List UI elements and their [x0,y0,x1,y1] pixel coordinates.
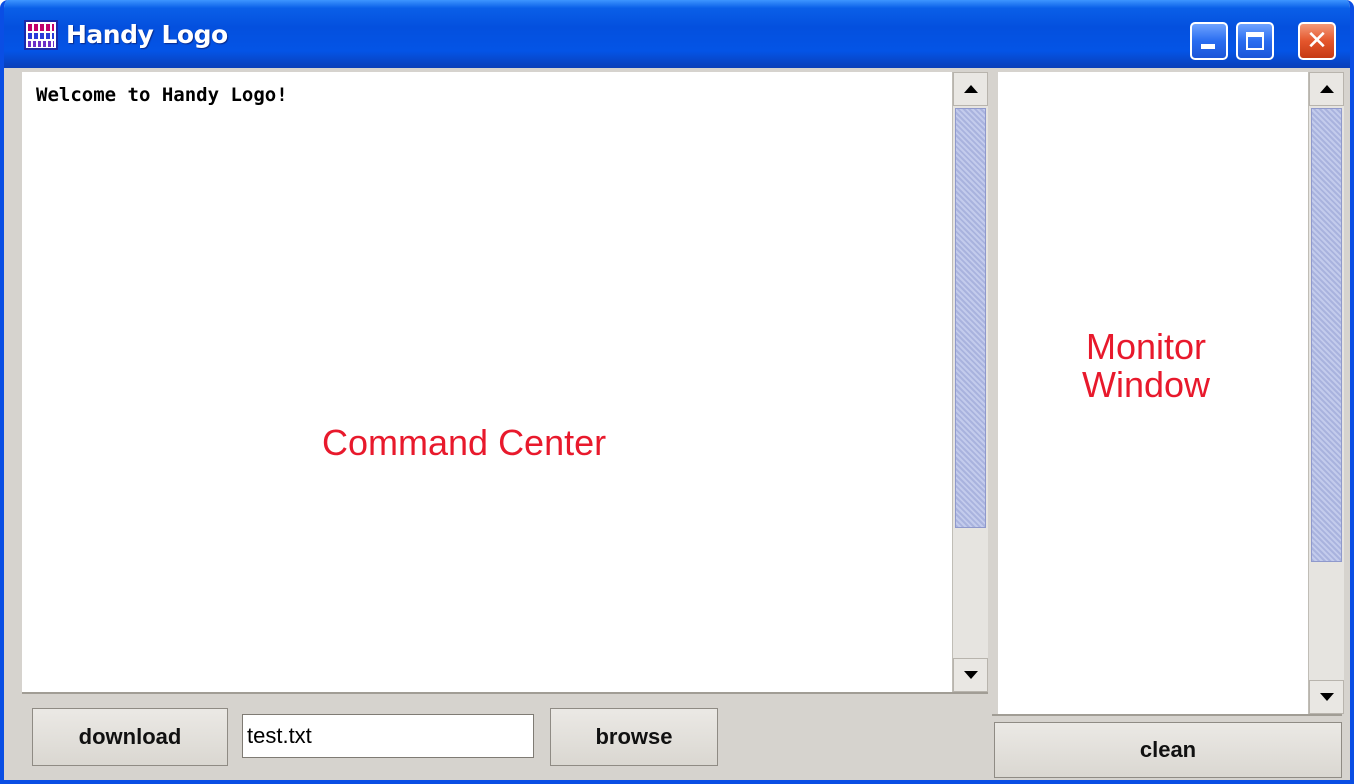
scroll-down-button[interactable] [953,658,988,692]
title-bar[interactable]: Handy Logo ✕ [4,0,1350,68]
maximize-icon [1246,32,1264,50]
download-button[interactable]: download [32,708,228,766]
browse-button[interactable]: browse [550,708,718,766]
monitor-label-line1: Monitor [1085,326,1207,367]
monitor-scroll-thumb[interactable] [1311,108,1342,562]
clean-button[interactable]: clean [994,722,1342,778]
handy-logo-window: Handy Logo ✕ Welcome to Handy Logo! Comm… [0,0,1354,784]
monitor-label-line2: Window [1081,364,1211,405]
maximize-button[interactable] [1236,22,1274,60]
close-button[interactable]: ✕ [1298,22,1336,60]
scroll-thumb[interactable] [955,108,986,528]
window-title: Handy Logo [66,20,228,49]
minimize-button[interactable] [1190,22,1228,60]
panel-separator [988,72,998,778]
arrow-up-icon [963,85,978,93]
bottom-divider [22,692,988,694]
monitor-scroll-up-button[interactable] [1309,72,1344,106]
command-center-textarea[interactable]: Welcome to Handy Logo! Command Center [22,72,952,692]
monitor-window-label: Monitor Window [998,328,1294,404]
monitor-scrollbar[interactable] [1308,72,1344,714]
app-icon[interactable] [24,20,58,50]
arrow-down-icon [1319,693,1334,701]
monitor-divider [992,714,1342,716]
filename-input[interactable] [242,714,534,758]
command-center-label: Command Center [322,422,607,463]
monitor-window[interactable]: Monitor Window [998,72,1308,714]
arrow-down-icon [963,671,978,679]
minimize-icon [1201,44,1215,49]
monitor-scroll-down-button[interactable] [1309,680,1344,714]
command-center-scrollbar[interactable] [952,72,988,692]
welcome-text: Welcome to Handy Logo! [36,84,288,106]
scroll-up-button[interactable] [953,72,988,106]
arrow-up-icon [1319,85,1334,93]
close-icon: ✕ [1306,26,1328,56]
